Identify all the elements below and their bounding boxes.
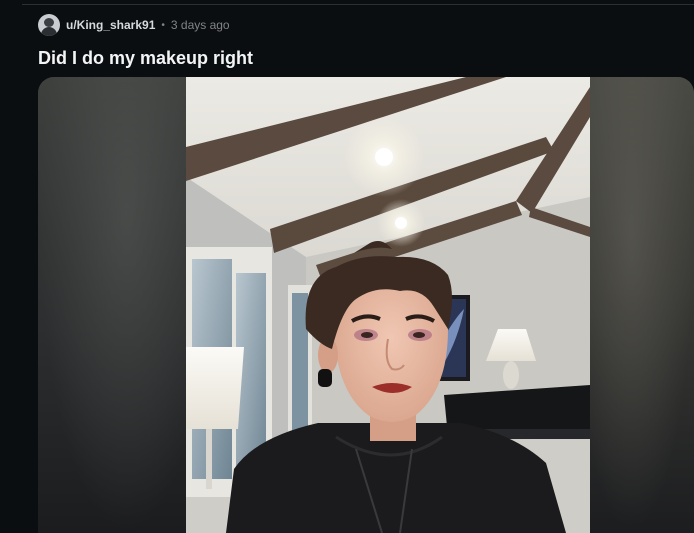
photo-illustration bbox=[186, 77, 590, 533]
media-blur-backdrop-left bbox=[38, 77, 186, 533]
post-meta: u/King_shark91 • 3 days ago bbox=[38, 13, 230, 37]
meta-separator: • bbox=[161, 19, 165, 31]
divider bbox=[22, 4, 694, 5]
post-timestamp: 3 days ago bbox=[170, 18, 230, 32]
post-view: u/King_shark91 • 3 days ago Did I do my … bbox=[0, 0, 694, 533]
avatar-body-shape bbox=[41, 27, 57, 36]
media-blur-backdrop-right bbox=[590, 77, 694, 533]
avatar-head-shape bbox=[44, 18, 54, 27]
post-image[interactable] bbox=[186, 77, 590, 533]
post-media[interactable] bbox=[38, 77, 694, 533]
post-author-link[interactable]: u/King_shark91 bbox=[66, 18, 155, 32]
post-title[interactable]: Did I do my makeup right bbox=[38, 47, 253, 69]
user-avatar-icon[interactable] bbox=[38, 14, 60, 36]
